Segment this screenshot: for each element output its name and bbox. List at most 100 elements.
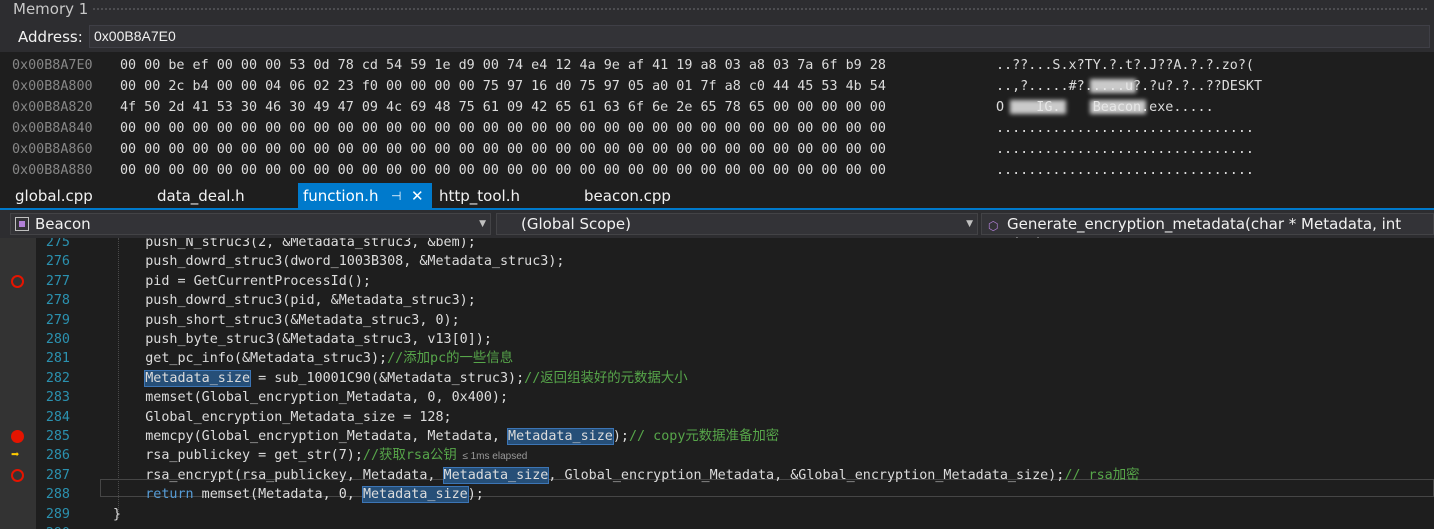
code-line: memset(Global_encryption_Metadata, 0, 0x… <box>113 388 508 407</box>
memory-dump[interactable]: 0x00B8A7E0 00 00 be ef 00 00 00 53 0d 78 … <box>0 52 1434 178</box>
tab-label: data_deal.h <box>157 187 245 205</box>
redaction-block <box>1090 100 1146 114</box>
code-comment: //添加pc的一些信息 <box>387 351 514 367</box>
address-label: Address: <box>18 28 83 46</box>
code-text: rsa_encrypt(rsa_publickey, Metadata, <box>113 467 444 483</box>
highlighted-symbol[interactable]: Metadata_size <box>442 466 550 484</box>
tab-label: function.h <box>303 187 379 205</box>
address-bar: Address: 0x00B8A7E0 <box>0 22 1434 52</box>
line-number: 280 <box>45 332 70 347</box>
line-number: 282 <box>45 370 70 386</box>
memory-hex-bytes[interactable]: 00 00 be ef 00 00 00 53 0d 78 cd 54 59 1… <box>120 55 886 76</box>
code-comment: // rsa加密 <box>1064 467 1140 483</box>
memory-ascii[interactable]: ................................ <box>996 139 1254 160</box>
memory-window-title: Memory 1 <box>13 0 89 18</box>
tab-function-h[interactable]: function.h ⊣ ✕ <box>298 183 432 210</box>
line-number: 281 <box>45 351 70 367</box>
memory-row: 0x00B8A7E0 00 00 be ef 00 00 00 53 0d 78 … <box>0 55 1434 76</box>
memory-ascii[interactable]: ................................ <box>996 118 1254 139</box>
address-input[interactable]: 0x00B8A7E0 <box>89 25 1430 48</box>
code-line: pid = GetCurrentProcessId(); <box>113 272 371 291</box>
code-line: Global_encryption_Metadata_size = 128; <box>113 408 451 427</box>
memory-address: 0x00B8A7E0 <box>12 58 93 73</box>
memory-hex-bytes[interactable]: 00 00 00 00 00 00 00 00 00 00 00 00 00 0… <box>120 139 886 160</box>
memory-row: 0x00B8A820 4f 50 2d 41 53 30 46 30 49 47 … <box>0 97 1434 118</box>
title-bar-grip[interactable] <box>92 7 1428 12</box>
memory-hex-bytes[interactable]: 4f 50 2d 41 53 30 46 30 49 47 09 4c 69 4… <box>120 97 886 118</box>
perf-tip-elapsed[interactable]: ≤ 1ms elapsed <box>457 451 527 462</box>
chevron-down-icon: ▼ <box>966 219 973 229</box>
highlighted-symbol[interactable]: Metadata_size <box>507 428 614 445</box>
method-cube-icon: ⬡ <box>988 219 999 233</box>
code-text: push_dowrd_struc3(dword_1003B308, &Metad… <box>113 254 565 270</box>
code-text: = sub_10001C90(&Metadata_struc3); <box>250 370 525 386</box>
code-line: push_dowrd_struc3(dword_1003B308, &Metad… <box>113 252 564 271</box>
redaction-block <box>1010 100 1066 114</box>
code-comment: //返回组装好的元数据大小 <box>524 370 688 386</box>
line-number: 288 <box>45 487 70 503</box>
memory-window-title-bar: Memory 1 <box>0 0 1434 22</box>
tab-beacon-cpp[interactable]: beacon.cpp <box>579 183 719 210</box>
code-text: push_N_struc3(2, &Metadata_struc3, &bem)… <box>113 238 476 250</box>
memory-ascii[interactable]: ..??...S.x?TY.?.t?.J??A.?.?.zo?( <box>996 55 1254 76</box>
code-line: push_byte_struc3(&Metadata_struc3, v13[0… <box>113 330 492 349</box>
code-line: rsa_publickey = get_str(7);//获取rsa公钥 ≤ 1… <box>113 446 527 466</box>
code-text: memset(Global_encryption_Metadata, 0, 0x… <box>113 390 509 406</box>
code-text: } <box>113 506 122 522</box>
line-number: 290 <box>40 524 70 529</box>
code-line: push_short_struc3(&Metadata_struc3, 0); <box>113 311 460 330</box>
memory-hex-bytes[interactable]: 00 00 00 00 00 00 00 00 00 00 00 00 00 0… <box>120 160 886 178</box>
code-text: ); <box>612 429 629 444</box>
code-comment: // copy元数据准备加密 <box>628 429 780 444</box>
memory-row: 0x00B8A840 00 00 00 00 00 00 00 00 00 00 … <box>0 118 1434 139</box>
memory-address: 0x00B8A800 <box>12 79 93 94</box>
line-number: 279 <box>45 312 70 328</box>
code-text: pid = GetCurrentProcessId(); <box>113 273 371 289</box>
line-number: 283 <box>45 390 70 406</box>
code-text: , Global_encryption_Metadata, &Global_en… <box>548 467 1065 483</box>
project-dropdown[interactable]: Beacon ▼ <box>10 213 491 235</box>
pin-icon[interactable]: ⊣ <box>391 183 401 210</box>
line-number: 276 <box>45 254 70 270</box>
project-name: Beacon <box>35 215 91 233</box>
code-line: push_dowrd_struc3(pid, &Metadata_struc3)… <box>113 291 476 310</box>
tab-data-deal-h[interactable]: data_deal.h <box>152 183 292 210</box>
scope-dropdown[interactable]: (Global Scope) ▼ <box>496 213 978 235</box>
keyword: return <box>145 487 194 503</box>
close-icon[interactable]: ✕ <box>411 183 424 210</box>
disabled-breakpoint-icon[interactable] <box>11 468 24 482</box>
highlighted-symbol[interactable]: Metadata_size <box>361 486 469 504</box>
breakpoint-icon[interactable] <box>11 430 24 443</box>
tab-global-cpp[interactable]: global.cpp <box>10 183 140 210</box>
code-editor[interactable]: 275 276 277 278 279 280 281 282 283 284 285 286 287 2… <box>0 238 1434 529</box>
line-number: 275 <box>45 238 70 250</box>
scope-name: (Global Scope) <box>521 215 632 233</box>
memory-hex-bytes[interactable]: 00 00 00 00 00 00 00 00 00 00 00 00 00 0… <box>120 118 886 139</box>
code-text: push_short_struc3(&Metadata_struc3, 0); <box>113 312 460 328</box>
memory-hex-bytes[interactable]: 00 00 2c b4 00 00 04 06 02 23 f0 00 00 0… <box>120 76 886 97</box>
redaction-block <box>1090 79 1136 93</box>
code-line: memcpy(Global_encryption_Metadata, Metad… <box>113 427 779 446</box>
tab-http-tool-h[interactable]: http_tool.h <box>434 183 574 210</box>
disabled-breakpoint-icon[interactable] <box>11 274 24 288</box>
code-line: return memset(Metadata, 0, Metadata_size… <box>113 485 484 504</box>
memory-address: 0x00B8A860 <box>12 142 93 157</box>
code-line: } <box>113 505 121 524</box>
code-text: push_dowrd_struc3(pid, &Metadata_struc3)… <box>113 293 476 309</box>
document-tab-bar: global.cpp data_deal.h function.h ⊣ ✕ ht… <box>0 178 1434 210</box>
code-text: rsa_publickey = get_str(7); <box>113 448 363 464</box>
line-number: 278 <box>45 293 70 309</box>
code-text: push_byte_struc3(&Metadata_struc3, v13[0… <box>113 332 492 347</box>
code-text: ); <box>467 487 484 503</box>
highlighted-symbol[interactable]: Metadata_size <box>144 369 252 387</box>
line-number: 284 <box>45 409 70 425</box>
line-number: 285 <box>45 429 70 444</box>
instruction-pointer-arrow-icon: ➡ <box>11 447 20 464</box>
memory-address: 0x00B8A840 <box>12 121 93 136</box>
code-text: memset(Metadata, 0, <box>193 487 363 503</box>
tab-label: http_tool.h <box>439 187 520 205</box>
code-line: rsa_encrypt(rsa_publickey, Metadata, Met… <box>113 466 1139 485</box>
member-dropdown[interactable]: ⬡ Generate_encryption_metadata(char * Me… <box>981 213 1434 253</box>
memory-ascii[interactable]: ................................ <box>996 160 1254 178</box>
line-number: 287 <box>45 467 70 483</box>
